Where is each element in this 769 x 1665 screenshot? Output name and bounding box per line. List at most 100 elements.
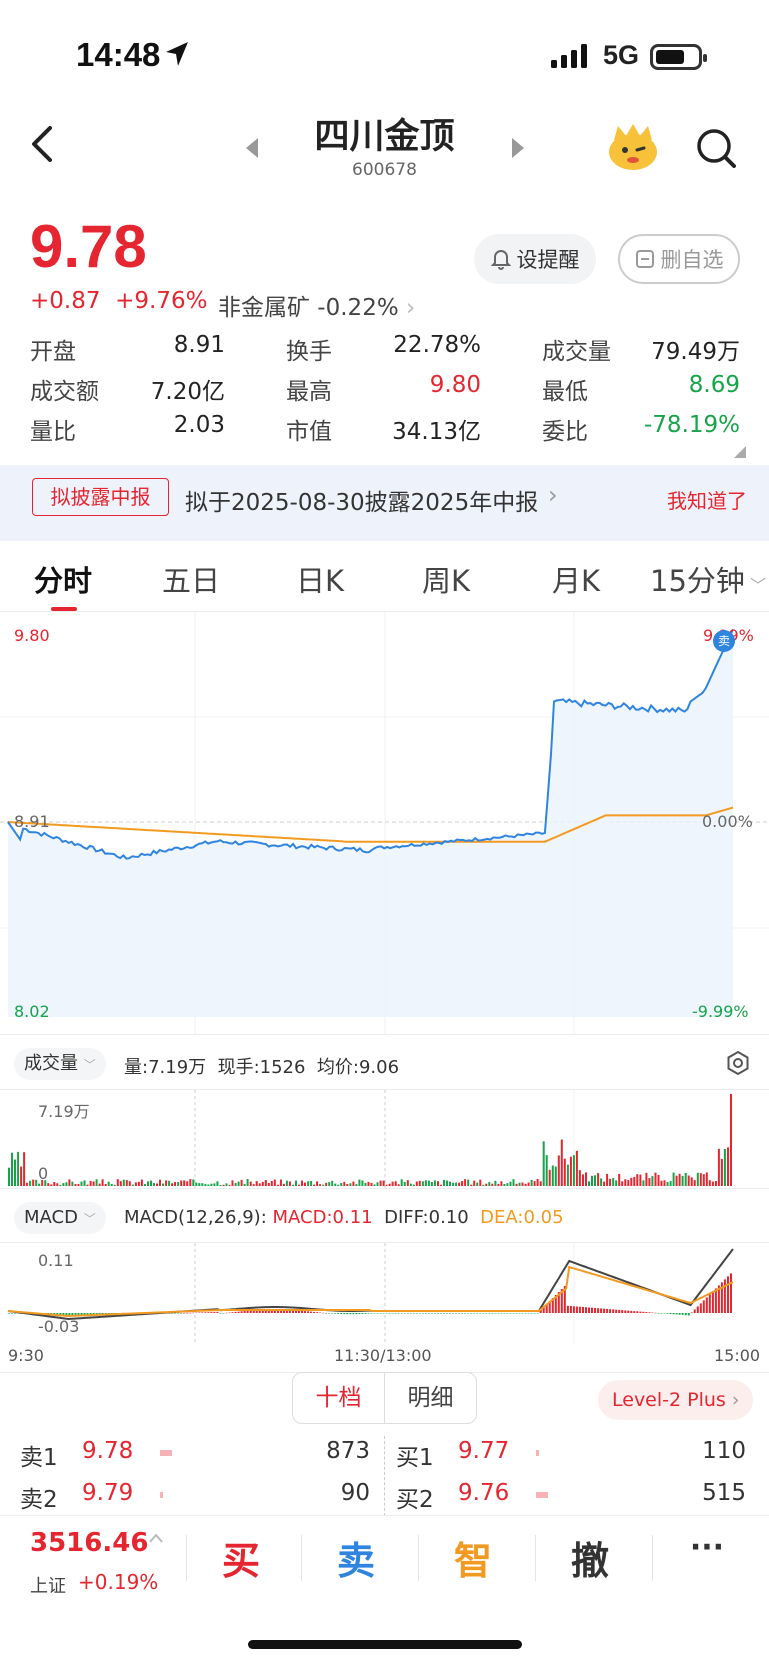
more-button[interactable]: ···	[652, 1530, 762, 1565]
expand-corner-icon[interactable]	[734, 446, 746, 458]
settings-icon[interactable]	[725, 1050, 751, 1076]
volume-bar	[557, 1155, 560, 1186]
volume-selector[interactable]: 成交量 ﹀	[14, 1048, 106, 1080]
volume-bar	[560, 1139, 563, 1186]
volume-bar	[192, 1179, 195, 1186]
pct-mid-label: 0.00%	[702, 812, 753, 831]
volume-bar	[458, 1182, 461, 1186]
volume-bar	[110, 1183, 113, 1186]
volume-bar	[8, 1167, 10, 1186]
volume-bar	[663, 1180, 666, 1186]
volume-bar	[11, 1152, 13, 1186]
volume-bar	[134, 1182, 137, 1186]
smart-order-button[interactable]: 智	[418, 1530, 528, 1585]
volume-bar	[355, 1184, 358, 1186]
macd-bar	[355, 1313, 358, 1315]
tab-five-day[interactable]: 五日	[162, 558, 220, 600]
volume-bar	[433, 1180, 436, 1186]
macd-bar	[352, 1313, 355, 1315]
macd-bar	[443, 1313, 445, 1314]
volume-bar	[488, 1182, 491, 1186]
volume-bar	[630, 1177, 633, 1186]
location-icon	[166, 42, 188, 66]
status-time: 14:48	[76, 36, 161, 73]
volume-bar	[702, 1174, 705, 1186]
volume-bar	[575, 1150, 578, 1186]
volume-bar	[388, 1183, 391, 1186]
sector-change[interactable]: 非金属矿 -0.22% ›	[218, 288, 415, 322]
macd-bar	[409, 1313, 412, 1314]
remove-watchlist-button[interactable]: 删自选	[618, 234, 740, 284]
volume-bar	[237, 1181, 240, 1186]
macd-svg	[7, 1243, 734, 1343]
volume-bar	[600, 1178, 603, 1186]
volume-bar	[645, 1172, 648, 1186]
macd-bar	[494, 1313, 497, 1314]
volume-bar	[618, 1173, 621, 1186]
volume-bar	[594, 1175, 596, 1186]
buy-button[interactable]: 买	[186, 1530, 296, 1585]
volume-bar	[53, 1182, 56, 1186]
volume-bar	[551, 1165, 554, 1186]
volume-bar	[648, 1178, 651, 1186]
macd-bar	[433, 1313, 436, 1314]
battery-icon	[650, 44, 707, 70]
macd-bar	[440, 1313, 442, 1314]
volume-bar	[168, 1180, 171, 1186]
volume-bar	[122, 1179, 125, 1186]
volume-bar	[461, 1181, 464, 1186]
macd-bar	[379, 1313, 382, 1314]
index-value[interactable]: 3516.46	[30, 1528, 148, 1558]
volume-bar	[77, 1184, 80, 1186]
tab-ten-levels[interactable]: 十档	[293, 1373, 385, 1423]
macd-bar	[645, 1312, 648, 1313]
level2-button[interactable]: Level-2 Plus ›	[598, 1380, 754, 1420]
volume-bar	[394, 1181, 397, 1186]
price-area	[8, 629, 733, 1017]
macd-bar	[319, 1312, 322, 1313]
sell-marker[interactable]: 卖	[713, 630, 735, 652]
macd-bar	[512, 1313, 515, 1314]
macd-bar	[343, 1313, 346, 1315]
volume-bar	[473, 1180, 476, 1186]
tab-15min[interactable]: 15分钟 ﹀	[650, 558, 766, 600]
chevron-up-icon[interactable]	[148, 1532, 164, 1544]
volume-bar	[273, 1179, 276, 1186]
macd-bar	[415, 1313, 418, 1314]
volume-bar	[186, 1181, 189, 1186]
volume-bar	[430, 1182, 433, 1186]
volume-bar	[95, 1179, 98, 1186]
macd-bar	[669, 1313, 672, 1314]
alert-button[interactable]: 设提醒	[474, 234, 596, 284]
macd-bar	[183, 1313, 186, 1314]
volume-bar	[730, 1094, 732, 1186]
cancel-order-button[interactable]: 撤	[535, 1530, 645, 1585]
tab-intraday[interactable]: 分时	[34, 558, 92, 600]
sell-button[interactable]: 卖	[301, 1530, 411, 1585]
search-icon[interactable]	[696, 128, 738, 170]
intraday-chart[interactable]: 9.80 8.91 8.02 9.99% 0.00% -9.99% 卖	[0, 612, 769, 1034]
macd-bar	[705, 1297, 708, 1313]
volume-bar	[267, 1183, 270, 1186]
stat-label: 开盘	[30, 339, 76, 365]
volume-bar	[521, 1182, 524, 1186]
notice-banner[interactable]: 拟披露中报 拟于2025-08-30披露2025年中报 › 我知道了	[0, 465, 769, 541]
tab-daily-k[interactable]: 日K	[296, 558, 344, 600]
volume-bar	[467, 1179, 470, 1186]
bids-level-price: 9.77	[458, 1438, 510, 1464]
volume-bar	[440, 1184, 442, 1186]
dismiss-notice-button[interactable]: 我知道了	[667, 485, 747, 514]
stat-value: 22.78%	[393, 332, 481, 358]
volume-bar	[68, 1179, 71, 1186]
tab-weekly-k[interactable]: 周K	[422, 558, 470, 600]
tab-details[interactable]: 明细	[385, 1373, 476, 1423]
volume-bar	[518, 1182, 521, 1186]
tab-monthly-k[interactable]: 月K	[552, 558, 600, 600]
macd-selector[interactable]: MACD ﹀	[14, 1202, 106, 1234]
volume-bar	[313, 1184, 316, 1186]
volume-bar	[35, 1179, 38, 1186]
next-stock-icon[interactable]	[508, 136, 526, 160]
mascot-icon[interactable]	[606, 122, 660, 172]
stat-label: 成交量	[542, 339, 611, 365]
stat-value: 34.13亿	[392, 419, 481, 445]
